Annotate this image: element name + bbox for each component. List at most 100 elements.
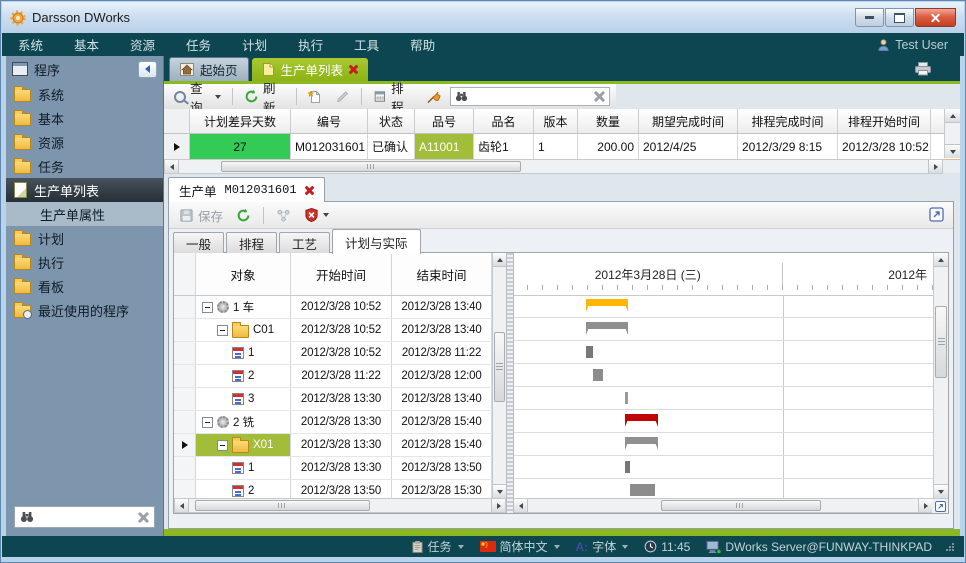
grid-column-header[interactable]: 数量	[578, 109, 639, 133]
tree-row[interactable]: 22012/3/28 13:502012/3/28 15:30	[174, 480, 492, 498]
detail-refresh-button[interactable]	[232, 206, 255, 225]
gantt-task-bar[interactable]	[586, 346, 594, 358]
scroll-up-button[interactable]	[945, 109, 960, 123]
scroll-left-button[interactable]	[175, 499, 189, 512]
tree-row[interactable]: 12012/3/28 10:522012/3/28 11:22	[174, 342, 492, 365]
menu-item[interactable]: 计划	[242, 35, 267, 54]
grid-column-header[interactable]: 编号	[291, 109, 368, 133]
resize-grip[interactable]	[946, 543, 954, 551]
grid-column-header[interactable]: 状态	[368, 109, 415, 133]
scroll-up-button[interactable]	[934, 253, 948, 267]
gantt-summary-bar[interactable]	[586, 322, 628, 329]
tree-object-cell[interactable]: 1	[196, 342, 291, 364]
scroll-right-button[interactable]	[491, 499, 505, 512]
gantt-popout-icon[interactable]	[932, 498, 948, 513]
tree-horizontal-scrollbar[interactable]	[174, 498, 506, 513]
scroll-down-button[interactable]	[493, 484, 506, 498]
tree-object-cell[interactable]: 1 车	[196, 296, 291, 318]
link-nodes-button[interactable]	[272, 206, 295, 225]
scroll-thumb[interactable]	[661, 500, 821, 511]
validate-button[interactable]	[300, 205, 333, 225]
new-button[interactable]	[303, 87, 327, 107]
scroll-thumb[interactable]	[494, 332, 505, 402]
grid-column-header[interactable]: 排程完成时间	[738, 109, 838, 133]
gantt-task-bar[interactable]	[625, 461, 630, 473]
sidebar-item[interactable]: 生产单属性	[6, 202, 163, 226]
expand-collapse-icon[interactable]	[217, 440, 228, 451]
minimize-button[interactable]	[855, 8, 884, 27]
tree-object-cell[interactable]: 2	[196, 480, 291, 498]
status-language[interactable]: 简体中文	[480, 538, 560, 555]
menu-item[interactable]: 任务	[186, 35, 211, 54]
tree-row[interactable]: 1 车2012/3/28 10:522012/3/28 13:40	[174, 296, 492, 319]
tree-object-cell[interactable]: C01	[196, 319, 291, 341]
scroll-thumb[interactable]	[221, 161, 521, 172]
detail-tab-active[interactable]: 计划与实际	[332, 229, 421, 254]
scroll-down-button[interactable]	[934, 484, 948, 498]
scroll-thumb[interactable]	[195, 500, 370, 511]
tab-close-icon[interactable]	[349, 65, 358, 74]
status-font[interactable]: A: 字体	[576, 538, 629, 555]
tree-column-header[interactable]: 对象	[196, 253, 291, 295]
sidebar-item[interactable]: 执行	[6, 250, 163, 274]
tree-row[interactable]: 22012/3/28 11:222012/3/28 12:00	[174, 365, 492, 388]
detail-tab-inactive[interactable]: 排程	[226, 232, 277, 253]
gantt-task-bar[interactable]	[625, 392, 628, 404]
gantt-task-bar[interactable]	[593, 369, 603, 381]
scroll-left-button[interactable]	[514, 499, 528, 512]
menu-item[interactable]: 执行	[298, 35, 323, 54]
detail-tab-inactive[interactable]: 一般	[173, 232, 224, 253]
scroll-down-button[interactable]	[945, 144, 960, 158]
sidebar-item[interactable]: 看板	[6, 274, 163, 298]
scroll-thumb[interactable]	[935, 306, 947, 378]
popout-icon[interactable]	[928, 206, 945, 223]
detail-tab-inactive[interactable]: 工艺	[279, 232, 330, 253]
toolbar-search-input[interactable]	[472, 89, 590, 105]
scroll-right-button[interactable]	[928, 160, 942, 173]
toolbar-search-clear-icon[interactable]	[594, 91, 605, 102]
sidebar-item[interactable]: 任务	[6, 154, 163, 178]
sidebar-collapse-button[interactable]	[138, 61, 157, 78]
tree-object-cell[interactable]: 1	[196, 457, 291, 479]
tree-row[interactable]: 32012/3/28 13:302012/3/28 13:40	[174, 388, 492, 411]
sidebar-item[interactable]: 资源	[6, 130, 163, 154]
edit-button[interactable]	[331, 87, 354, 106]
gantt-summary-bar[interactable]	[625, 437, 658, 444]
gantt-task-bar[interactable]	[630, 484, 655, 496]
grid-column-header[interactable]: 排程开始时间	[838, 109, 931, 133]
expand-collapse-icon[interactable]	[202, 417, 213, 428]
tree-object-cell[interactable]: X01	[196, 434, 291, 456]
gantt-summary-bar[interactable]	[586, 299, 628, 306]
expand-collapse-icon[interactable]	[217, 325, 228, 336]
gantt-vertical-scrollbar[interactable]	[933, 253, 948, 498]
grid-column-header[interactable]: 品号	[415, 109, 474, 133]
close-button[interactable]	[915, 8, 956, 27]
tree-object-cell[interactable]: 3	[196, 388, 291, 410]
sidebar-search-clear-icon[interactable]	[138, 512, 149, 523]
tree-row[interactable]: 2 铣2012/3/28 13:302012/3/28 15:40	[174, 411, 492, 434]
grid-column-header[interactable]: 品名	[474, 109, 534, 133]
grid-vertical-scrollbar[interactable]	[944, 109, 960, 158]
tree-column-header[interactable]: 结束时间	[392, 253, 492, 295]
tree-row[interactable]: C012012/3/28 10:522012/3/28 13:40	[174, 319, 492, 342]
grid-column-header[interactable]: 计划差异天数	[190, 109, 291, 133]
sidebar-item[interactable]: 生产单列表	[6, 178, 163, 202]
tree-column-header[interactable]: 开始时间	[291, 253, 392, 295]
scroll-right-button[interactable]	[918, 499, 932, 512]
maximize-button[interactable]	[885, 8, 914, 27]
tree-vertical-scrollbar[interactable]	[492, 253, 506, 498]
menu-item[interactable]: 系统	[18, 35, 43, 54]
sidebar-item[interactable]: 最近使用的程序	[6, 298, 163, 322]
scroll-left-button[interactable]	[165, 160, 179, 173]
menu-item[interactable]: 工具	[354, 35, 379, 54]
sidebar-item[interactable]: 计划	[6, 226, 163, 250]
gantt-summary-bar[interactable]	[625, 414, 658, 421]
expand-collapse-icon[interactable]	[202, 302, 213, 313]
tree-row[interactable]: X012012/3/28 13:302012/3/28 15:40	[174, 434, 492, 457]
sidebar-search-input[interactable]	[39, 509, 133, 525]
menu-item[interactable]: 帮助	[410, 35, 435, 54]
printer-icon[interactable]	[914, 61, 932, 76]
grid-column-header[interactable]: 期望完成时间	[639, 109, 738, 133]
tree-object-cell[interactable]: 2 铣	[196, 411, 291, 433]
gantt-horizontal-scrollbar[interactable]	[514, 498, 932, 513]
